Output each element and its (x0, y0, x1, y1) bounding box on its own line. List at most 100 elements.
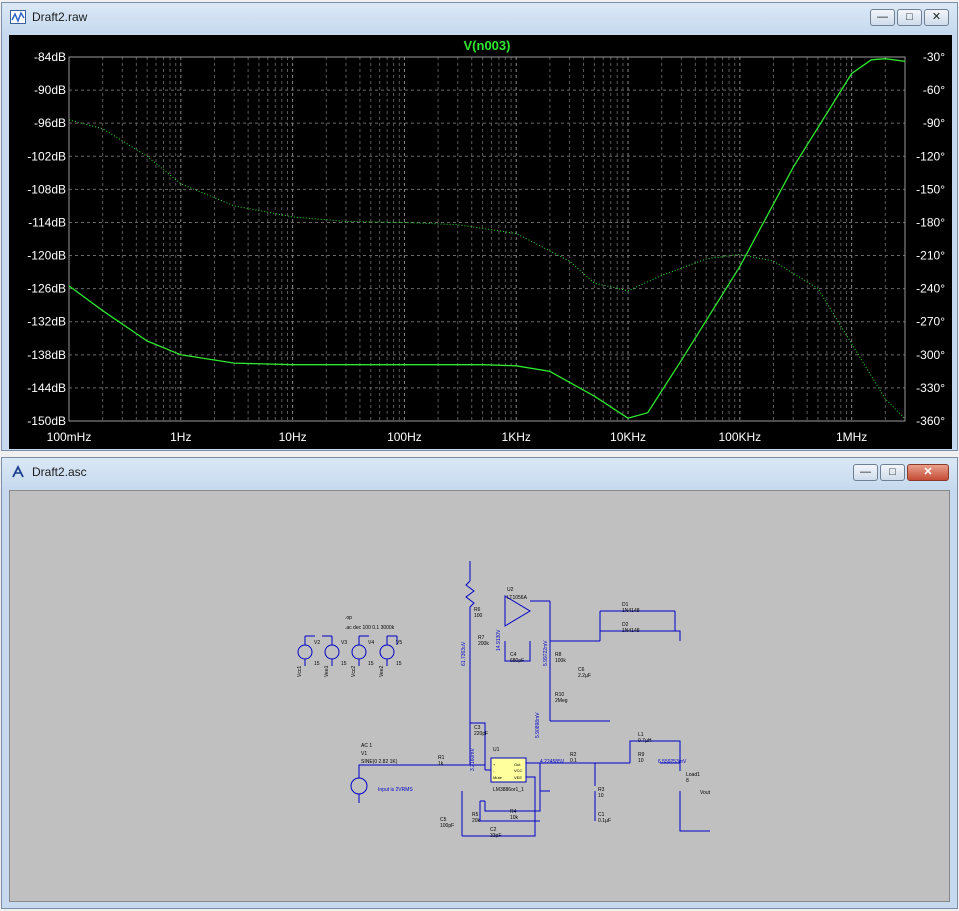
part-value-r3[interactable]: 10 (598, 793, 604, 799)
node-voltage-probe[interactable]: 6.559253mV (658, 759, 687, 765)
part-value-c5[interactable]: 100pF (440, 823, 454, 829)
right-tick-label[interactable]: -360° (916, 414, 945, 428)
x-tick-label[interactable]: 10KHz (610, 430, 646, 444)
source-net-vee1[interactable]: Vee1 (324, 665, 330, 677)
left-tick-label[interactable]: -102dB (27, 149, 66, 163)
plot-window-title: Draft2.raw (32, 10, 88, 24)
part-value-c3[interactable]: 220pF (474, 731, 488, 737)
x-tick-label[interactable]: 1MHz (836, 430, 867, 444)
right-tick-label[interactable]: -60° (923, 83, 945, 97)
part-value-r1[interactable]: 1k (438, 761, 444, 767)
x-tick-label[interactable]: 100Hz (387, 430, 422, 444)
part-value-l1[interactable]: 0.7µH (638, 738, 652, 744)
source-value-v2[interactable]: 15 (314, 661, 320, 667)
part-value-d2[interactable]: 1N4148 (622, 628, 640, 634)
node-voltage-probe[interactable]: 61.7363uV (461, 641, 467, 666)
plot-grid (68, 56, 906, 422)
part-value-r4[interactable]: 10k (510, 815, 519, 821)
schematic-drawing[interactable]: .op .ac dec 100 0.1 3000k AC 1 V1 SINE(0… (10, 491, 949, 901)
left-tick-label[interactable]: -108dB (27, 182, 66, 196)
minimize-button[interactable]: — (853, 464, 878, 481)
bode-plot[interactable]: V(n003) -84dB -90dB -96dB -102dB -108dB -114d… (9, 35, 952, 449)
right-tick-label[interactable]: -150° (916, 182, 945, 196)
right-tick-label[interactable]: -300° (916, 348, 945, 362)
maximize-icon: □ (906, 11, 913, 23)
trace-title[interactable]: V(n003) (464, 38, 511, 53)
vout-net: Vout (700, 790, 711, 796)
part-value-r10[interactable]: 2Meg (555, 698, 568, 704)
left-tick-label[interactable]: -96dB (34, 116, 66, 130)
part-value-d1[interactable]: 1N4148 (622, 608, 640, 614)
maximize-button[interactable]: □ (897, 9, 922, 26)
source-net-vcc2[interactable]: Vcc2 (351, 666, 357, 677)
schematic-canvas[interactable]: .op .ac dec 100 0.1 3000k AC 1 V1 SINE(0… (9, 490, 950, 902)
source-net-vcc1[interactable]: Vcc1 (297, 666, 303, 677)
right-tick-label[interactable]: -120° (916, 149, 945, 163)
part-value-c1[interactable]: 0.1µF (598, 818, 611, 824)
left-tick-label[interactable]: -132dB (27, 315, 66, 329)
minimize-icon: — (877, 11, 888, 23)
right-tick-label[interactable]: -30° (923, 50, 945, 64)
directive-ac[interactable]: .ac dec 100 0.1 3000k (345, 625, 395, 631)
right-tick-label[interactable]: -90° (923, 116, 945, 130)
u1-name: U1 (493, 747, 500, 753)
left-tick-label[interactable]: -126dB (27, 282, 66, 296)
source-value-v5[interactable]: 15 (396, 661, 402, 667)
right-tick-label[interactable]: -240° (916, 282, 945, 296)
x-tick-label[interactable]: 1KHz (502, 430, 531, 444)
source-net-vee2[interactable]: Vee2 (379, 665, 385, 677)
directive-op[interactable]: .op (345, 615, 352, 621)
left-tick-label[interactable]: -84dB (34, 50, 66, 64)
left-tick-label[interactable]: -90dB (34, 83, 66, 97)
x-tick-label[interactable]: 1Hz (170, 430, 191, 444)
left-tick-label[interactable]: -150dB (27, 414, 66, 428)
schematic-window-titlebar[interactable]: Draft2.asc — □ ✕ (2, 458, 957, 486)
plot-window-titlebar[interactable]: Draft2.raw — □ ✕ (2, 3, 957, 31)
right-tick-label[interactable]: -270° (916, 315, 945, 329)
node-voltage-probe[interactable]: 3.2160mV (470, 748, 476, 771)
right-tick-label[interactable]: -330° (916, 381, 945, 395)
source-name-v4[interactable]: V4 (368, 640, 374, 646)
right-axis-ticks: -30° -60° -90° -120° -150° -180° -210° -240° -27… (916, 50, 945, 428)
part-value-r9[interactable]: 10 (638, 758, 644, 764)
x-tick-label[interactable]: 100mHz (47, 430, 92, 444)
close-button[interactable]: ✕ (924, 9, 949, 26)
part-value-c4[interactable]: 680pF (510, 658, 524, 664)
left-tick-label[interactable]: -120dB (27, 249, 66, 263)
right-tick-label[interactable]: -180° (916, 215, 945, 229)
source-value-v3[interactable]: 15 (341, 661, 347, 667)
part-value-c2[interactable]: 33pF (490, 833, 501, 839)
maximize-button[interactable]: □ (880, 464, 905, 481)
part-value-c6[interactable]: 2.2µF (578, 673, 591, 679)
node-voltage-probe[interactable]: 14.9130V (496, 629, 502, 651)
source-name-v2[interactable]: V2 (314, 640, 320, 646)
part-value-r7[interactable]: 200k (478, 641, 489, 647)
source-name-v3[interactable]: V3 (341, 640, 347, 646)
close-button[interactable]: ✕ (907, 464, 949, 481)
left-tick-label[interactable]: -144dB (27, 381, 66, 395)
node-voltage-probe[interactable]: 5.99722mV (543, 640, 549, 666)
node-voltage-probe[interactable]: 4.224585V (540, 759, 565, 765)
part-value-r2[interactable]: 0.1 (570, 758, 577, 764)
u2-name: U2 (507, 587, 514, 593)
minimize-button[interactable]: — (870, 9, 895, 26)
part-value-load1[interactable]: 8 (686, 778, 689, 784)
waveform-plot-pane[interactable]: V(n003) -84dB -90dB -96dB -102dB -108dB -114d… (9, 35, 952, 449)
minimize-icon: — (860, 466, 871, 478)
left-axis-ticks: -84dB -90dB -96dB -102dB -108dB -114dB -120dB -… (27, 50, 66, 428)
magnitude-trace[interactable] (68, 58, 906, 419)
node-voltage-probe[interactable]: 5.90898mV (535, 712, 541, 738)
source-value-v4[interactable]: 15 (368, 661, 374, 667)
phase-trace[interactable] (68, 119, 906, 420)
x-tick-label[interactable]: 10Hz (279, 430, 307, 444)
source-name-v5[interactable]: V5 (396, 640, 402, 646)
part-value-r6[interactable]: 100 (474, 613, 483, 619)
right-tick-label[interactable]: -210° (916, 249, 945, 263)
left-tick-label[interactable]: -138dB (27, 348, 66, 362)
part-value-r5[interactable]: 20k (472, 818, 481, 824)
left-tick-label[interactable]: -114dB (28, 215, 66, 229)
plot-frame (68, 56, 906, 422)
u1-pin-mute: Mute (493, 775, 503, 780)
x-tick-label[interactable]: 100KHz (718, 430, 761, 444)
part-value-r8[interactable]: 100k (555, 658, 566, 664)
